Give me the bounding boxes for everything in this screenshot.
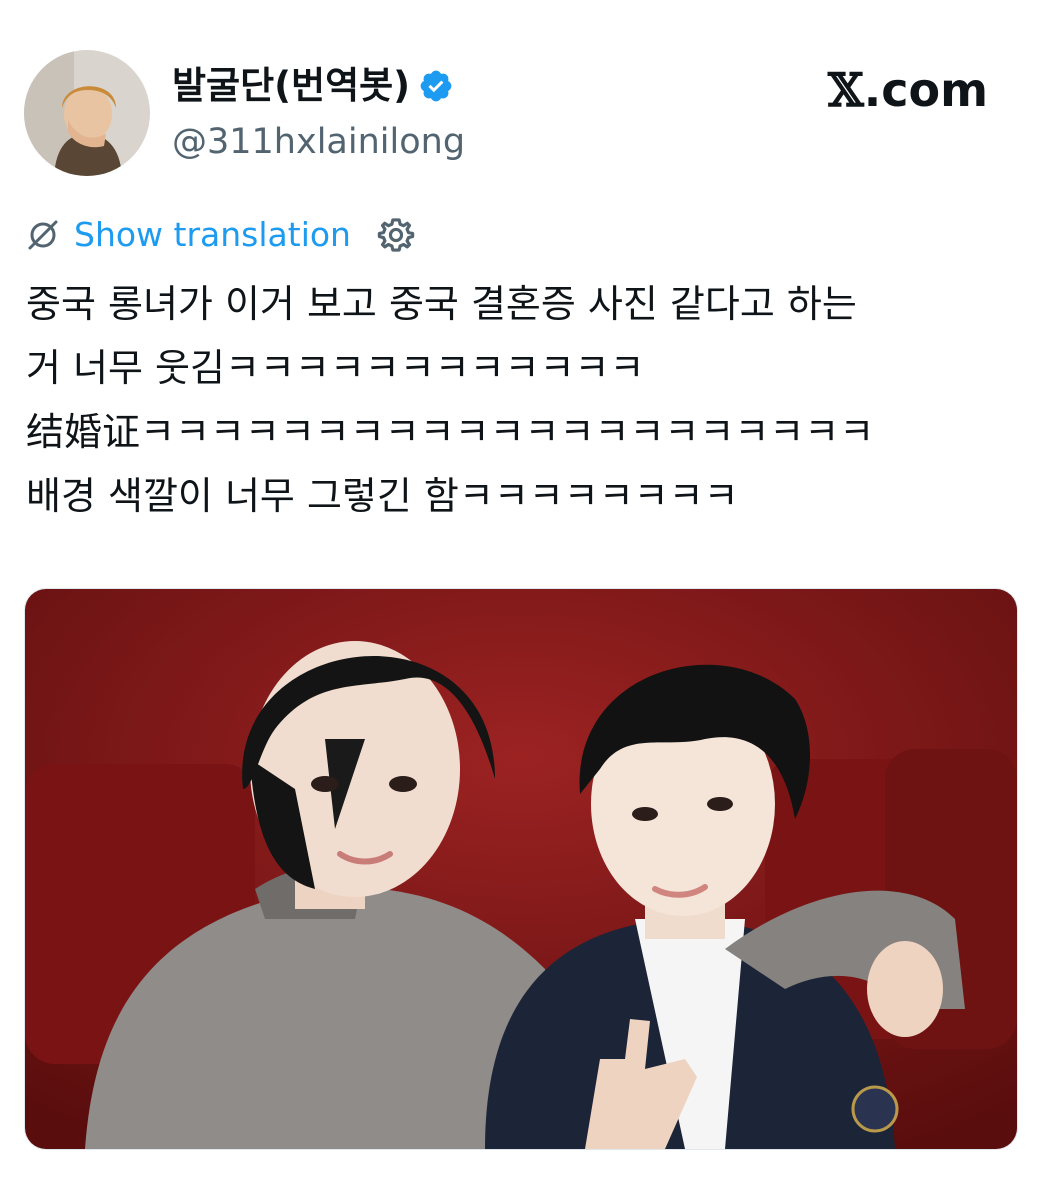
tweet-text: 중국 롱녀가 이거 보고 중국 결혼증 사진 같다고 하는 거 너무 웃김ㅋㅋㅋ… [26, 272, 1016, 528]
tweet-text-line: 중국 롱녀가 이거 보고 중국 결혼증 사진 같다고 하는 [26, 282, 857, 326]
author-handle[interactable]: @311hxlainilong [172, 118, 465, 166]
x-logo-icon: 𝕏 [828, 63, 864, 117]
tweet-photo[interactable] [24, 588, 1018, 1150]
logo-domain-text: .com [863, 63, 988, 117]
tweet-text-line: 거 너무 웃김ㅋㅋㅋㅋㅋㅋㅋㅋㅋㅋㅋㅋ [26, 346, 645, 390]
photo-two-people [25, 589, 1017, 1149]
show-translation-link[interactable]: Show translation [74, 213, 351, 257]
translation-row: Show translation [26, 212, 415, 258]
author-name-row[interactable]: 발굴단(번역봇) [172, 62, 454, 110]
gear-icon[interactable] [377, 216, 415, 254]
globe-strikethrough-icon [28, 220, 58, 250]
avatar[interactable] [24, 50, 150, 176]
avatar-image [24, 50, 150, 176]
tweet-text-line: 结婚证ㅋㅋㅋㅋㅋㅋㅋㅋㅋㅋㅋㅋㅋㅋㅋㅋㅋㅋㅋㅋㅋ [26, 410, 875, 454]
verified-badge-icon [420, 70, 452, 102]
author-display-name[interactable]: 발굴단(번역봇) [172, 62, 410, 110]
x-com-logo: 𝕏.com [828, 62, 988, 118]
tweet-text-line: 배경 색깔이 너무 그렇긴 함ㅋㅋㅋㅋㅋㅋㅋㅋ [26, 474, 739, 518]
